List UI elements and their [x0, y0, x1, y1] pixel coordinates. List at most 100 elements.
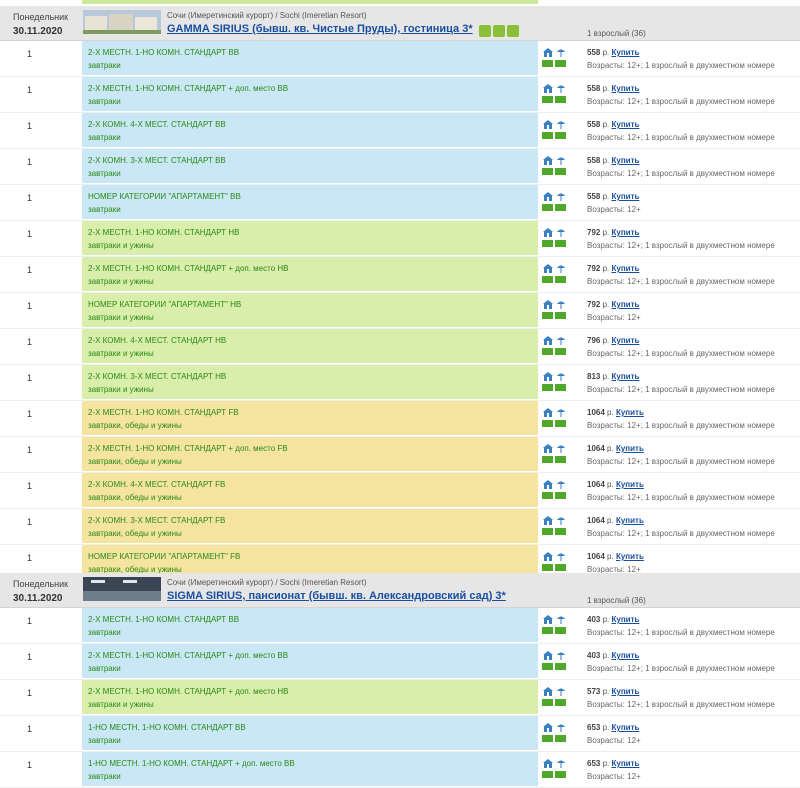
pax-summary: 1 взрослый (36) [587, 29, 646, 38]
room-feature-icons [542, 516, 568, 536]
price-value: 558 [587, 156, 601, 165]
amenity-icons [479, 25, 519, 37]
offer-row: 1 2-Х КОМН. 3-Х МЕСТ. СТАНДАРТ FB завтраки… [0, 509, 800, 545]
price-cell: 653 р. Купить [587, 759, 639, 768]
currency: р. [602, 759, 610, 768]
room-type: 2-Х КОМН. 3-Х МЕСТ. СТАНДАРТ BB [88, 156, 226, 165]
buy-link[interactable]: Купить [616, 480, 644, 489]
currency: р. [602, 264, 610, 273]
room-cell: 2-Х МЕСТН. 1-НО КОМН. СТАНДАРТ + доп. ме… [82, 644, 538, 678]
buy-link[interactable]: Купить [616, 516, 644, 525]
meal-plan: завтраки, обеды и ужины [88, 529, 182, 538]
room-cell: 2-Х МЕСТН. 1-НО КОМН. СТАНДАРТ + доп. ме… [82, 680, 538, 714]
buy-link[interactable]: Купить [616, 408, 644, 417]
buy-link[interactable]: Купить [612, 264, 640, 273]
buy-link[interactable]: Купить [616, 552, 644, 561]
price-value: 653 [587, 759, 601, 768]
beach-umbrella-icon [557, 85, 565, 93]
room-quantity: 1 [27, 265, 33, 275]
room-feature-icons [542, 552, 568, 572]
availability-indicator [555, 276, 566, 283]
offer-row: 1 2-Х МЕСТН. 1-НО КОМН. СТАНДАРТ BB завтра… [0, 608, 800, 644]
leaf-icon [507, 25, 519, 37]
room-quantity: 1 [27, 409, 33, 419]
buy-link[interactable]: Купить [612, 687, 640, 696]
currency: р. [602, 156, 610, 165]
room-quantity: 1 [27, 688, 33, 698]
age-note: Возрасты: 12+; 1 взрослый в двухместном … [587, 457, 775, 466]
buy-link[interactable]: Купить [612, 336, 640, 345]
availability-indicator [542, 240, 553, 247]
buy-link[interactable]: Купить [612, 372, 640, 381]
beach-umbrella-icon [557, 616, 565, 624]
buy-link[interactable]: Купить [612, 192, 640, 201]
price-value: 558 [587, 84, 601, 93]
room-feature-icons [542, 759, 568, 779]
price-value: 1064 [587, 480, 605, 489]
room-type: 2-Х МЕСТН. 1-НО КОМН. СТАНДАРТ HB [88, 228, 240, 237]
house-icon [543, 156, 553, 165]
buy-link[interactable]: Купить [612, 120, 640, 129]
buy-link[interactable]: Купить [612, 84, 640, 93]
house-icon [543, 300, 553, 309]
price-cell: 813 р. Купить [587, 372, 639, 381]
hotel-thumbnail[interactable] [83, 577, 161, 601]
price-value: 558 [587, 192, 601, 201]
thumbs-up-icon [479, 25, 491, 37]
beach-umbrella-icon [557, 724, 565, 732]
buy-link[interactable]: Купить [612, 300, 640, 309]
offer-row: 1 2-Х МЕСТН. 1-НО КОМН. СТАНДАРТ FB завтра… [0, 401, 800, 437]
buy-link[interactable]: Купить [612, 615, 640, 624]
age-note: Возрасты: 12+; 1 взрослый в двухместном … [587, 169, 775, 178]
room-quantity: 1 [27, 373, 33, 383]
availability-indicator [542, 699, 553, 706]
room-quantity: 1 [27, 49, 33, 59]
price-value: 792 [587, 264, 601, 273]
room-feature-icons [542, 228, 568, 248]
room-type: 2-Х МЕСТН. 1-НО КОМН. СТАНДАРТ + доп. ме… [88, 687, 289, 696]
room-quantity: 1 [27, 157, 33, 167]
currency: р. [607, 552, 614, 561]
room-cell: НОМЕР КАТЕГОРИИ "АПАРТАМЕНТ" BB завтраки [82, 185, 538, 219]
availability-indicator [542, 96, 553, 103]
room-quantity: 1 [27, 337, 33, 347]
price-value: 403 [587, 651, 601, 660]
room-cell: 2-Х МЕСТН. 1-НО КОМН. СТАНДАРТ BB завтрак… [82, 608, 538, 642]
buy-link[interactable]: Купить [612, 723, 640, 732]
price-cell: 403 р. Купить [587, 615, 639, 624]
room-quantity: 1 [27, 517, 33, 527]
hotel-name-link[interactable]: SIGMA SIRIUS, пансионат (бывш. кв. Алекс… [167, 590, 506, 602]
offer-row: 1 2-Х КОМН. 3-Х МЕСТ. СТАНДАРТ BB завтраки… [0, 149, 800, 185]
hotel-thumbnail[interactable] [83, 10, 161, 34]
offer-row: 1 2-Х КОМН. 4-Х МЕСТ. СТАНДАРТ BB завтраки… [0, 113, 800, 149]
age-note: Возрасты: 12+; 1 взрослый в двухместном … [587, 97, 775, 106]
buy-link[interactable]: Купить [612, 156, 640, 165]
buy-link[interactable]: Купить [612, 48, 640, 57]
beach-umbrella-icon [557, 760, 565, 768]
house-icon [543, 228, 553, 237]
buy-link[interactable]: Купить [616, 444, 644, 453]
hotel-name-link[interactable]: GAMMA SIRIUS (бывш. кв. Чистые Пруды), г… [167, 23, 473, 35]
availability-indicator [542, 627, 553, 634]
room-cell: 1-НО МЕСТН. 1-НО КОМН. СТАНДАРТ BB завтра… [82, 716, 538, 750]
availability-indicator [542, 771, 553, 778]
availability-indicator [542, 132, 553, 139]
beach-umbrella-icon [557, 481, 565, 489]
age-note: Возрасты: 12+ [587, 205, 641, 214]
buy-link[interactable]: Купить [612, 228, 640, 237]
room-feature-icons [542, 84, 568, 104]
buy-link[interactable]: Купить [612, 759, 640, 768]
price-cell: 653 р. Купить [587, 723, 639, 732]
price-value: 558 [587, 120, 601, 129]
buy-link[interactable]: Купить [612, 651, 640, 660]
availability-indicator [555, 420, 566, 427]
house-icon [543, 408, 553, 417]
age-note: Возрасты: 12+; 1 взрослый в двухместном … [587, 529, 775, 538]
beach-umbrella-icon [557, 373, 565, 381]
price-cell: 792 р. Купить [587, 300, 639, 309]
stay-date: 30.11.2020 [13, 593, 63, 604]
currency: р. [602, 48, 610, 57]
meal-plan: завтраки [88, 628, 121, 637]
currency: р. [602, 192, 610, 201]
beach-umbrella-icon [557, 652, 565, 660]
